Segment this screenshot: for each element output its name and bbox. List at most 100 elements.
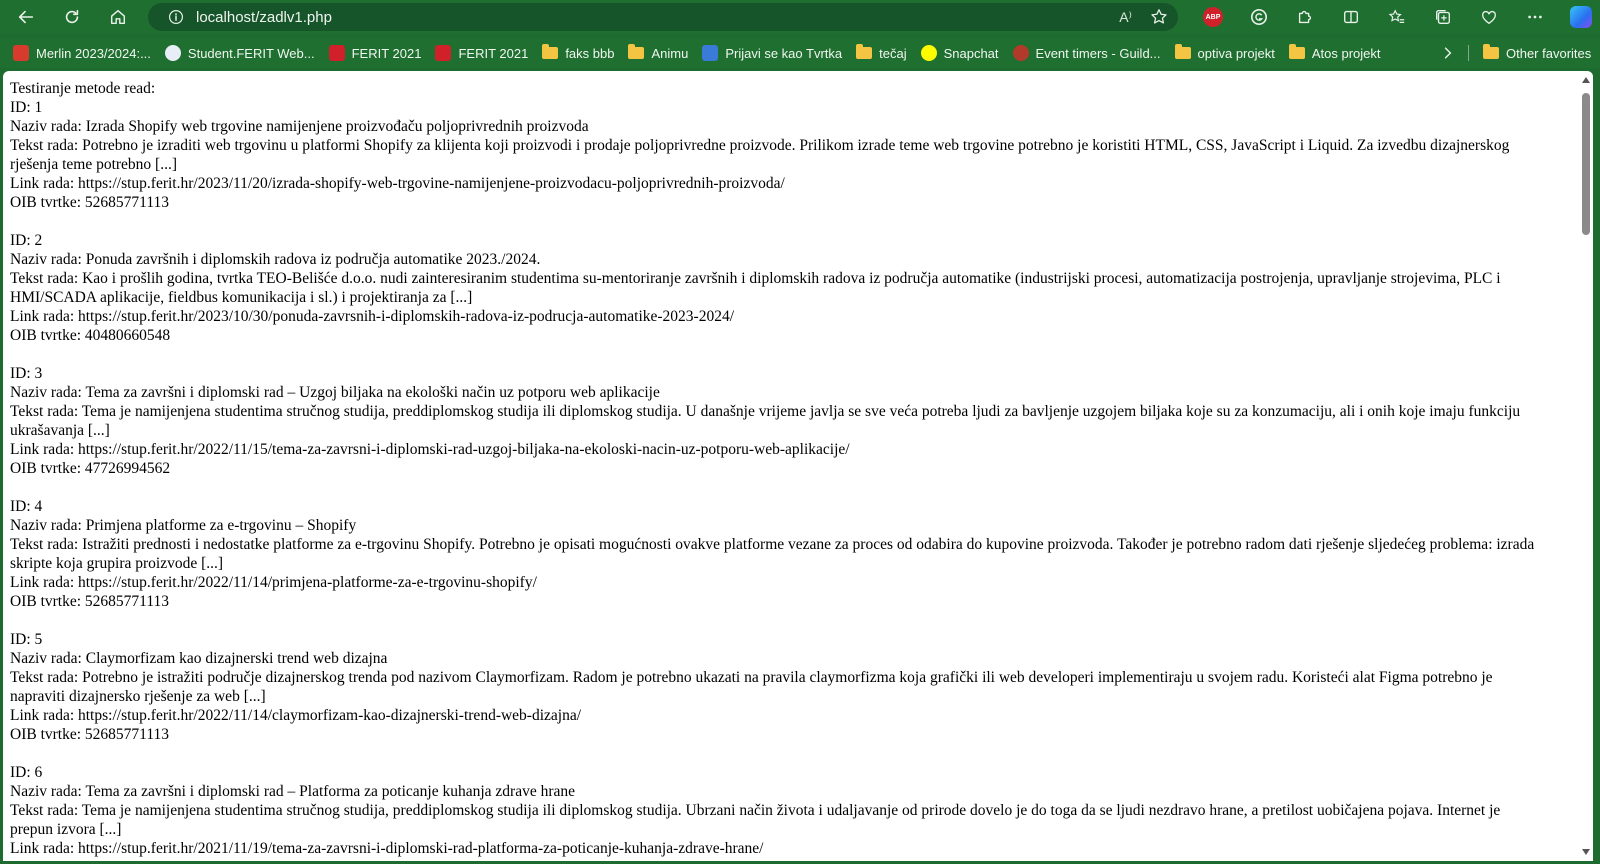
record-naziv: Naziv rada: Claymorfizam kao dizajnerski… (10, 650, 388, 667)
folder-icon (1288, 44, 1305, 59)
grammarly-icon (1250, 8, 1268, 26)
favorites-star-list-icon (1388, 9, 1405, 24)
folder-icon (856, 44, 873, 59)
refresh-button[interactable] (52, 0, 92, 34)
bookmark-label: Prijavi se kao Tvrtka (725, 45, 843, 61)
url-text[interactable]: localhost/zadlv1.php (196, 9, 332, 26)
record-link: Link rada: https://stup.ferit.hr/2021/11… (10, 840, 764, 857)
split-screen-button[interactable] (1328, 0, 1374, 34)
page-viewport[interactable]: Testiranje metode read: ID: 1 Naziv rada:… (3, 71, 1593, 861)
record-id: ID: 3 (10, 365, 43, 382)
bookmark-label: faks bbb (565, 45, 615, 61)
page-document: Testiranje metode read: ID: 1 Naziv rada:… (10, 79, 1540, 861)
bookmark-item[interactable]: Prijavi se kao Tvrtka (695, 38, 849, 68)
bookmark-item[interactable]: FERIT 2021 (322, 38, 429, 68)
record-item: ID: 3 Naziv rada: Tema za završni i diplo… (10, 364, 1540, 478)
more-options-button[interactable] (1512, 0, 1558, 34)
home-button[interactable] (98, 0, 138, 34)
record-item: ID: 2 Naziv rada: Ponuda završnih i diplo… (10, 231, 1540, 345)
record-oib: OIB tvrtke: 47726994562 (10, 460, 171, 477)
snapchat-icon (920, 45, 937, 61)
record-oib: OIB tvrtke: 52685771113 (10, 194, 170, 211)
grammarly-button[interactable] (1236, 0, 1282, 34)
adblock-plus-icon: ABP (1203, 7, 1223, 27)
bookmark-label: Event timers - Guild... (1035, 45, 1161, 61)
browser-essentials-button[interactable] (1466, 0, 1512, 34)
folder-icon (628, 44, 645, 59)
bookmark-item[interactable]: Animu (621, 38, 695, 68)
ferit-student-icon (164, 45, 181, 61)
favorite-star-icon[interactable] (1150, 8, 1168, 26)
split-screen-icon (1344, 10, 1358, 24)
guild-icon (1012, 45, 1029, 61)
bookmark-item[interactable]: faks bbb (535, 38, 621, 68)
collections-button[interactable] (1420, 0, 1466, 34)
bookmark-item[interactable]: Student.FERIT Web... (158, 38, 322, 68)
copilot-button[interactable] (1558, 0, 1600, 34)
bookmarks-divider (1468, 45, 1469, 61)
record-naziv: Naziv rada: Primjena platforme za e-trgo… (10, 517, 357, 534)
record-tekst: Tekst rada: Tema je namijenjena studenti… (10, 802, 1501, 838)
record-link: Link rada: https://stup.ferit.hr/2022/11… (10, 707, 582, 724)
bookmark-item[interactable]: Merlin 2023/2024:... (6, 38, 158, 68)
collections-icon (1436, 10, 1450, 24)
bookmark-label: FERIT 2021 (351, 45, 422, 61)
record-item: ID: 5 Naziv rada: Claymorfizam kao dizajn… (10, 630, 1540, 744)
folder-icon (1174, 44, 1191, 59)
record-tekst: Tekst rada: Tema je namijenjena studenti… (10, 403, 1521, 439)
scroll-thumb[interactable] (1582, 93, 1590, 235)
record-oib: OIB tvrtke: 52685771113 (10, 726, 170, 743)
browser-toolbar: localhost/zadlv1.php A⁾ ABP (0, 0, 1600, 34)
heart-pulse-icon (1482, 10, 1496, 25)
site-info-icon[interactable] (162, 9, 190, 25)
address-bar[interactable]: localhost/zadlv1.php A⁾ (148, 3, 1178, 31)
record-id: ID: 2 (10, 232, 43, 249)
bookmarks-bar: Merlin 2023/2024:... Student.FERIT Web...… (0, 38, 1600, 68)
chevron-right-icon (1444, 47, 1452, 59)
record-item: ID: 1 Naziv rada: Izrada Shopify web trgo… (10, 98, 1540, 212)
bookmarks-overflow-button[interactable] (1440, 38, 1456, 68)
bookmark-item[interactable]: tečaj (849, 38, 913, 68)
folder-icon (542, 44, 559, 59)
bookmark-label: FERIT 2021 (458, 45, 529, 61)
record-item: ID: 6 Naziv rada: Tema za završni i diplo… (10, 763, 1540, 858)
merlin-icon (13, 45, 29, 61)
read-aloud-icon[interactable]: A⁾ (1119, 9, 1132, 26)
record-naziv: Naziv rada: Ponuda završnih i diplomskih… (10, 251, 541, 268)
record-link: Link rada: https://stup.ferit.hr/2023/11… (10, 175, 785, 192)
ferit-flag-icon (435, 45, 452, 61)
bookmark-label: tečaj (879, 45, 907, 61)
bookmark-item[interactable]: FERIT 2021 (428, 38, 535, 68)
record-naziv: Naziv rada: Tema za završni i diplomski … (10, 783, 576, 800)
record-item: ID: 4 Naziv rada: Primjena platforme za e… (10, 497, 1540, 611)
ferit-flag-icon (328, 45, 345, 61)
other-favorites-button[interactable]: Other favorites (1476, 38, 1598, 68)
vertical-scrollbar[interactable] (1579, 71, 1593, 861)
bookmark-label: Atos projekt (1311, 45, 1381, 61)
record-id: ID: 1 (10, 99, 43, 116)
extensions-button[interactable] (1282, 0, 1328, 34)
more-dots-icon (1528, 15, 1542, 19)
scroll-down-arrow-icon[interactable] (1582, 849, 1590, 855)
adblock-plus-button[interactable]: ABP (1190, 0, 1236, 34)
record-naziv: Naziv rada: Izrada Shopify web trgovine … (10, 118, 589, 135)
home-icon (110, 9, 126, 25)
record-oib: OIB tvrtke: 40480660548 (10, 327, 171, 344)
record-id: ID: 4 (10, 498, 43, 515)
favorites-button[interactable] (1374, 0, 1420, 34)
record-tekst: Tekst rada: Kao i prošlih godina, tvrtka… (10, 270, 1501, 306)
folder-icon (1483, 44, 1499, 59)
bookmark-label: Animu (651, 45, 689, 61)
bookmark-item[interactable]: Snapchat (914, 38, 1006, 68)
bookmark-label: optiva projekt (1197, 45, 1275, 61)
record-tekst: Tekst rada: Istražiti prednosti i nedost… (10, 536, 1535, 572)
records-list: ID: 1 Naziv rada: Izrada Shopify web trgo… (10, 98, 1540, 858)
back-button[interactable] (6, 0, 46, 34)
refresh-icon (65, 9, 79, 24)
scroll-up-arrow-icon[interactable] (1582, 77, 1590, 83)
record-id: ID: 6 (10, 764, 43, 781)
bookmark-item[interactable]: Event timers - Guild... (1006, 38, 1168, 68)
bookmark-item[interactable]: optiva projekt (1168, 38, 1282, 68)
record-link: Link rada: https://stup.ferit.hr/2023/10… (10, 308, 735, 325)
bookmark-item[interactable]: Atos projekt (1282, 38, 1388, 68)
